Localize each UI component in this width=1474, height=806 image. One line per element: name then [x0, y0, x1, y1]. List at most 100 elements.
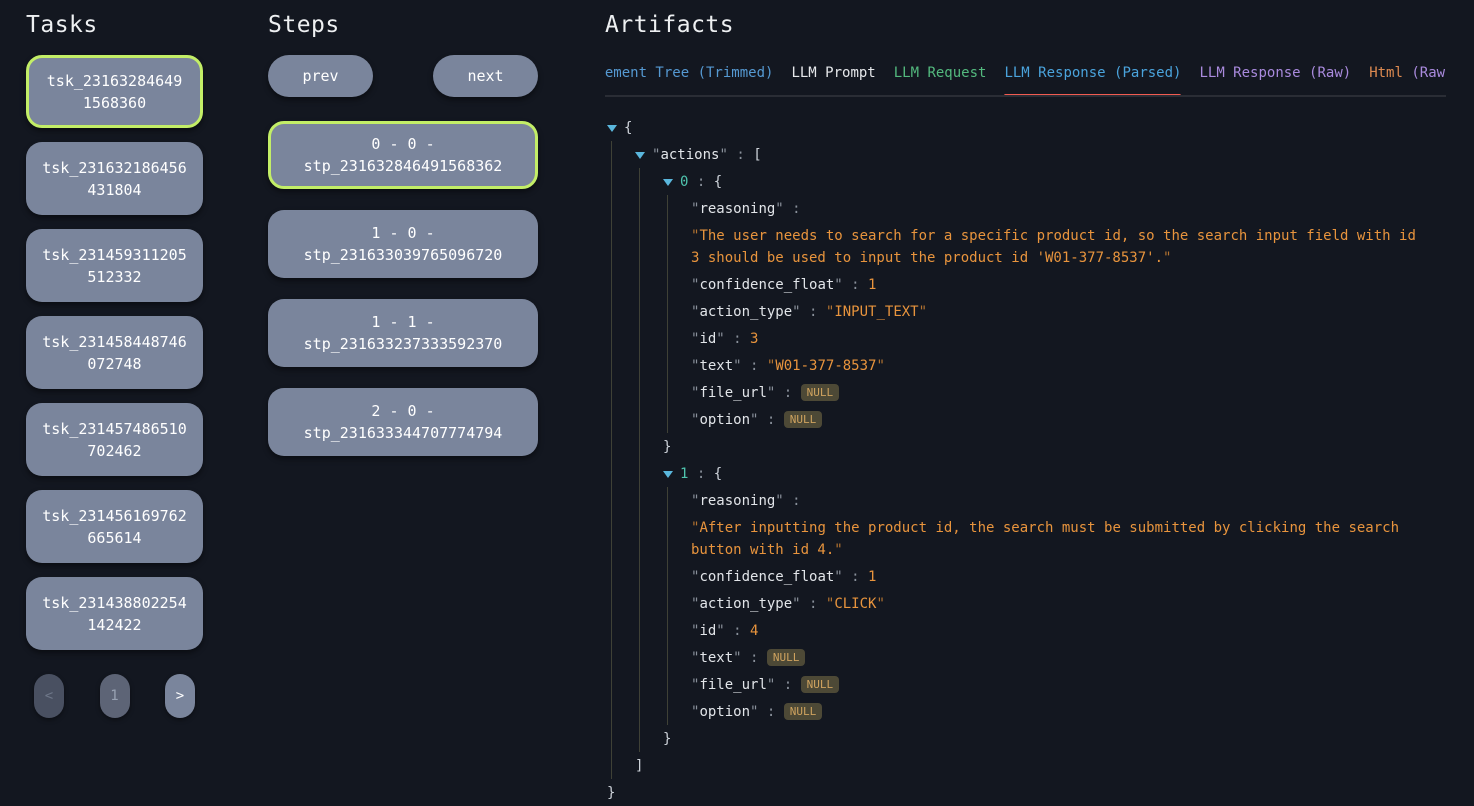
- tree-token: ": [733, 650, 741, 666]
- tree-token: ": [792, 596, 800, 612]
- tree-token: :: [758, 704, 783, 720]
- tree-token: CLICK: [834, 596, 876, 612]
- artifact-tab[interactable]: Element Tree (Trimmed): [605, 64, 773, 95]
- null-badge: NULL: [801, 676, 840, 693]
- tree-token: :: [801, 304, 826, 320]
- page-next-button[interactable]: >: [165, 674, 195, 718]
- tree-row: "After inputting the product id, the sea…: [668, 514, 1417, 563]
- tree-token: action_type: [699, 304, 792, 320]
- tree-row: "actions" : [: [612, 141, 1417, 168]
- tree-row: "text" : NULL: [668, 644, 1417, 671]
- tree-row: "reasoning" :: [668, 195, 1417, 222]
- tree-token: id: [699, 331, 716, 347]
- tree-token: ": [792, 304, 800, 320]
- tree-children: "reasoning" :"The user needs to search f…: [667, 195, 1417, 433]
- tree-token: 3: [750, 331, 758, 347]
- tree-token: confidence_float: [699, 569, 834, 585]
- prev-step-button[interactable]: prev: [268, 55, 373, 97]
- step-button[interactable]: 2 - 0 - stp_231633344707774794: [268, 388, 538, 456]
- tree-token: :: [725, 331, 750, 347]
- tree-token: }: [607, 785, 615, 801]
- collapse-arrow-icon[interactable]: [607, 125, 617, 132]
- artifact-tab[interactable]: LLM Response (Raw): [1199, 64, 1351, 95]
- page-number-button[interactable]: 1: [100, 674, 130, 718]
- tasks-panel: Tasks tsk_231632846491568360 tsk_23163218…: [26, 10, 203, 718]
- artifact-tabbar: Element Tree (Trimmed) LLM Prompt LLM Requ…: [605, 64, 1446, 97]
- tree-token: :: [784, 493, 801, 509]
- artifacts-title: Artifacts: [605, 10, 1446, 40]
- step-button[interactable]: 1 - 0 - stp_231633039765096720: [268, 210, 538, 278]
- artifact-tab[interactable]: Html (Raw): [1369, 64, 1446, 95]
- artifact-tab[interactable]: LLM Request: [894, 64, 987, 95]
- artifact-tab[interactable]: LLM Prompt: [791, 64, 875, 95]
- tree-token: option: [699, 412, 750, 428]
- artifact-tab[interactable]: LLM Response (Parsed): [1004, 64, 1181, 95]
- tree-row: "option" : NULL: [668, 698, 1417, 725]
- tree-row: 0 : {: [640, 168, 1417, 195]
- tree-token: }: [663, 439, 671, 455]
- tree-token: reasoning: [699, 201, 775, 217]
- tree-row: "file_url" : NULL: [668, 379, 1417, 406]
- tree-token: reasoning: [699, 493, 775, 509]
- tree-token: file_url: [699, 385, 766, 401]
- page-prev-button: <: [34, 674, 64, 718]
- tab-label-suffix: (Raw): [1403, 65, 1446, 81]
- tree-token: [: [753, 147, 761, 163]
- tree-token: W01-377-8537: [775, 358, 876, 374]
- tree-token: ": [716, 331, 724, 347]
- json-tree: { "actions" : [0 : {"reasoning" :"The use…: [605, 114, 1417, 806]
- tree-token: :: [801, 596, 826, 612]
- tree-token: After inputting the product id, the sear…: [691, 520, 1399, 558]
- tree-token: 4: [750, 623, 758, 639]
- tree-token: ": [733, 358, 741, 374]
- next-step-button[interactable]: next: [433, 55, 538, 97]
- task-button[interactable]: tsk_231632186456431804: [26, 142, 203, 215]
- tree-token: ": [775, 201, 783, 217]
- null-badge: NULL: [767, 649, 806, 666]
- tree-token: ]: [635, 758, 643, 774]
- null-badge: NULL: [784, 411, 823, 428]
- step-button[interactable]: 1 - 1 - stp_231633237333592370: [268, 299, 538, 367]
- task-button[interactable]: tsk_231632846491568360: [26, 55, 203, 128]
- tree-token: :: [758, 412, 783, 428]
- tree-row: }: [640, 433, 1417, 460]
- tree-token: :: [775, 677, 800, 693]
- tree-row: "confidence_float" : 1: [668, 271, 1417, 298]
- task-list: tsk_231632846491568360 tsk_23163218645643…: [26, 55, 203, 650]
- task-button[interactable]: tsk_231459311205512332: [26, 229, 203, 302]
- tree-token: :: [725, 623, 750, 639]
- tree-token: :: [728, 147, 753, 163]
- collapse-arrow-icon[interactable]: [663, 471, 673, 478]
- tree-row: {: [605, 114, 1417, 141]
- tree-row: "confidence_float" : 1: [668, 563, 1417, 590]
- tree-token: :: [742, 358, 767, 374]
- steps-title: Steps: [268, 10, 540, 40]
- tree-row: "option" : NULL: [668, 406, 1417, 433]
- tree-row: "action_type" : "INPUT_TEXT": [668, 298, 1417, 325]
- tree-token: ": [719, 147, 727, 163]
- task-button[interactable]: tsk_231438802254142422: [26, 577, 203, 650]
- tree-token: ": [716, 623, 724, 639]
- collapse-arrow-icon[interactable]: [663, 179, 673, 186]
- tree-token: :: [688, 466, 713, 482]
- tree-token: :: [784, 201, 801, 217]
- task-button[interactable]: tsk_231458448746072748: [26, 316, 203, 389]
- tree-token: text: [699, 358, 733, 374]
- tree-token: 1: [868, 277, 876, 293]
- tree-row: "id" : 3: [668, 325, 1417, 352]
- tree-token: ": [1163, 250, 1171, 266]
- tree-token: confidence_float: [699, 277, 834, 293]
- tree-row: ]: [612, 752, 1417, 779]
- tree-token: ": [834, 542, 842, 558]
- step-button[interactable]: 0 - 0 - stp_231632846491568362: [268, 121, 538, 189]
- tasks-title: Tasks: [26, 10, 203, 40]
- tree-token: :: [843, 569, 868, 585]
- collapse-arrow-icon[interactable]: [635, 152, 645, 159]
- tree-token: {: [624, 120, 632, 136]
- task-button[interactable]: tsk_231456169762665614: [26, 490, 203, 563]
- tree-token: :: [843, 277, 868, 293]
- tree-token: :: [688, 174, 713, 190]
- tree-row: 1 : {: [640, 460, 1417, 487]
- tree-children: "reasoning" :"After inputting the produc…: [667, 487, 1417, 725]
- task-button[interactable]: tsk_231457486510702462: [26, 403, 203, 476]
